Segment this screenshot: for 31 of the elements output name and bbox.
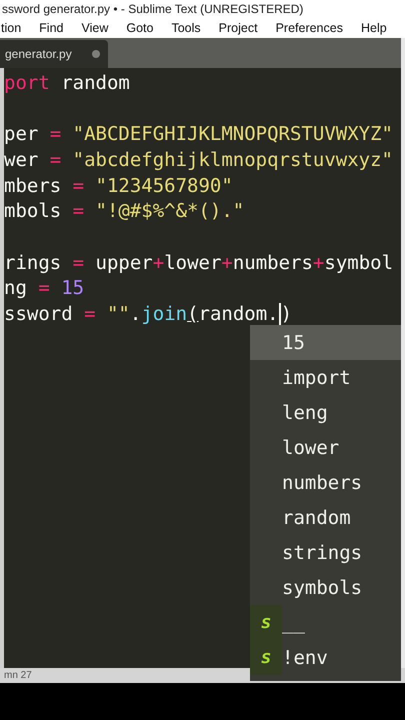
- autocomplete-item[interactable]: numbers: [250, 465, 401, 500]
- code-line: port random: [4, 72, 130, 94]
- status-text: mn 27: [4, 670, 32, 681]
- autocomplete-item[interactable]: s !env: [250, 640, 401, 675]
- code-line: wer = "abcdefghijklmnopqrstuvwxyz": [4, 148, 393, 171]
- snippet-badge: s: [250, 605, 282, 640]
- autocomplete-item[interactable]: strings: [250, 535, 401, 570]
- code-line: mbers = "1234567890": [4, 174, 233, 197]
- menu-item[interactable]: Goto: [126, 21, 154, 35]
- menu-item[interactable]: Find: [39, 21, 64, 35]
- code-line: ssword = "".join(random.): [4, 303, 292, 326]
- code-line: rings = upper+lower+numbers+symbol: [4, 252, 394, 274]
- autocomplete-item[interactable]: leng: [250, 395, 401, 430]
- code-line: ng = 15: [4, 277, 84, 300]
- autocomplete-item[interactable]: random: [250, 500, 401, 535]
- autocomplete-item[interactable]: symbols: [250, 570, 401, 605]
- autocomplete-item[interactable]: import: [250, 360, 401, 395]
- menu-item[interactable]: Preferences: [276, 21, 343, 35]
- code-line: mbols = "!@#$%^&*().": [4, 200, 244, 222]
- autocomplete-item[interactable]: 15: [250, 325, 401, 360]
- menu-item[interactable]: View: [81, 21, 108, 35]
- window-title: ssword generator.py • - Sublime Text (UNREGISTERED): [2, 2, 304, 16]
- menu-item[interactable]: tion: [1, 21, 22, 35]
- menu-item[interactable]: Project: [218, 21, 258, 35]
- menu-item[interactable]: Tools: [171, 21, 201, 35]
- autocomplete-item[interactable]: lower: [250, 430, 401, 465]
- menu-item[interactable]: Help: [360, 21, 387, 35]
- file-tab[interactable]: generator.py: [0, 40, 108, 68]
- autocomplete-item[interactable]: s __: [250, 605, 401, 640]
- code-line: per = "ABCDEFGHIJKLMNOPQRSTUVWXYZ": [4, 123, 393, 146]
- snippet-badge: s: [250, 640, 282, 675]
